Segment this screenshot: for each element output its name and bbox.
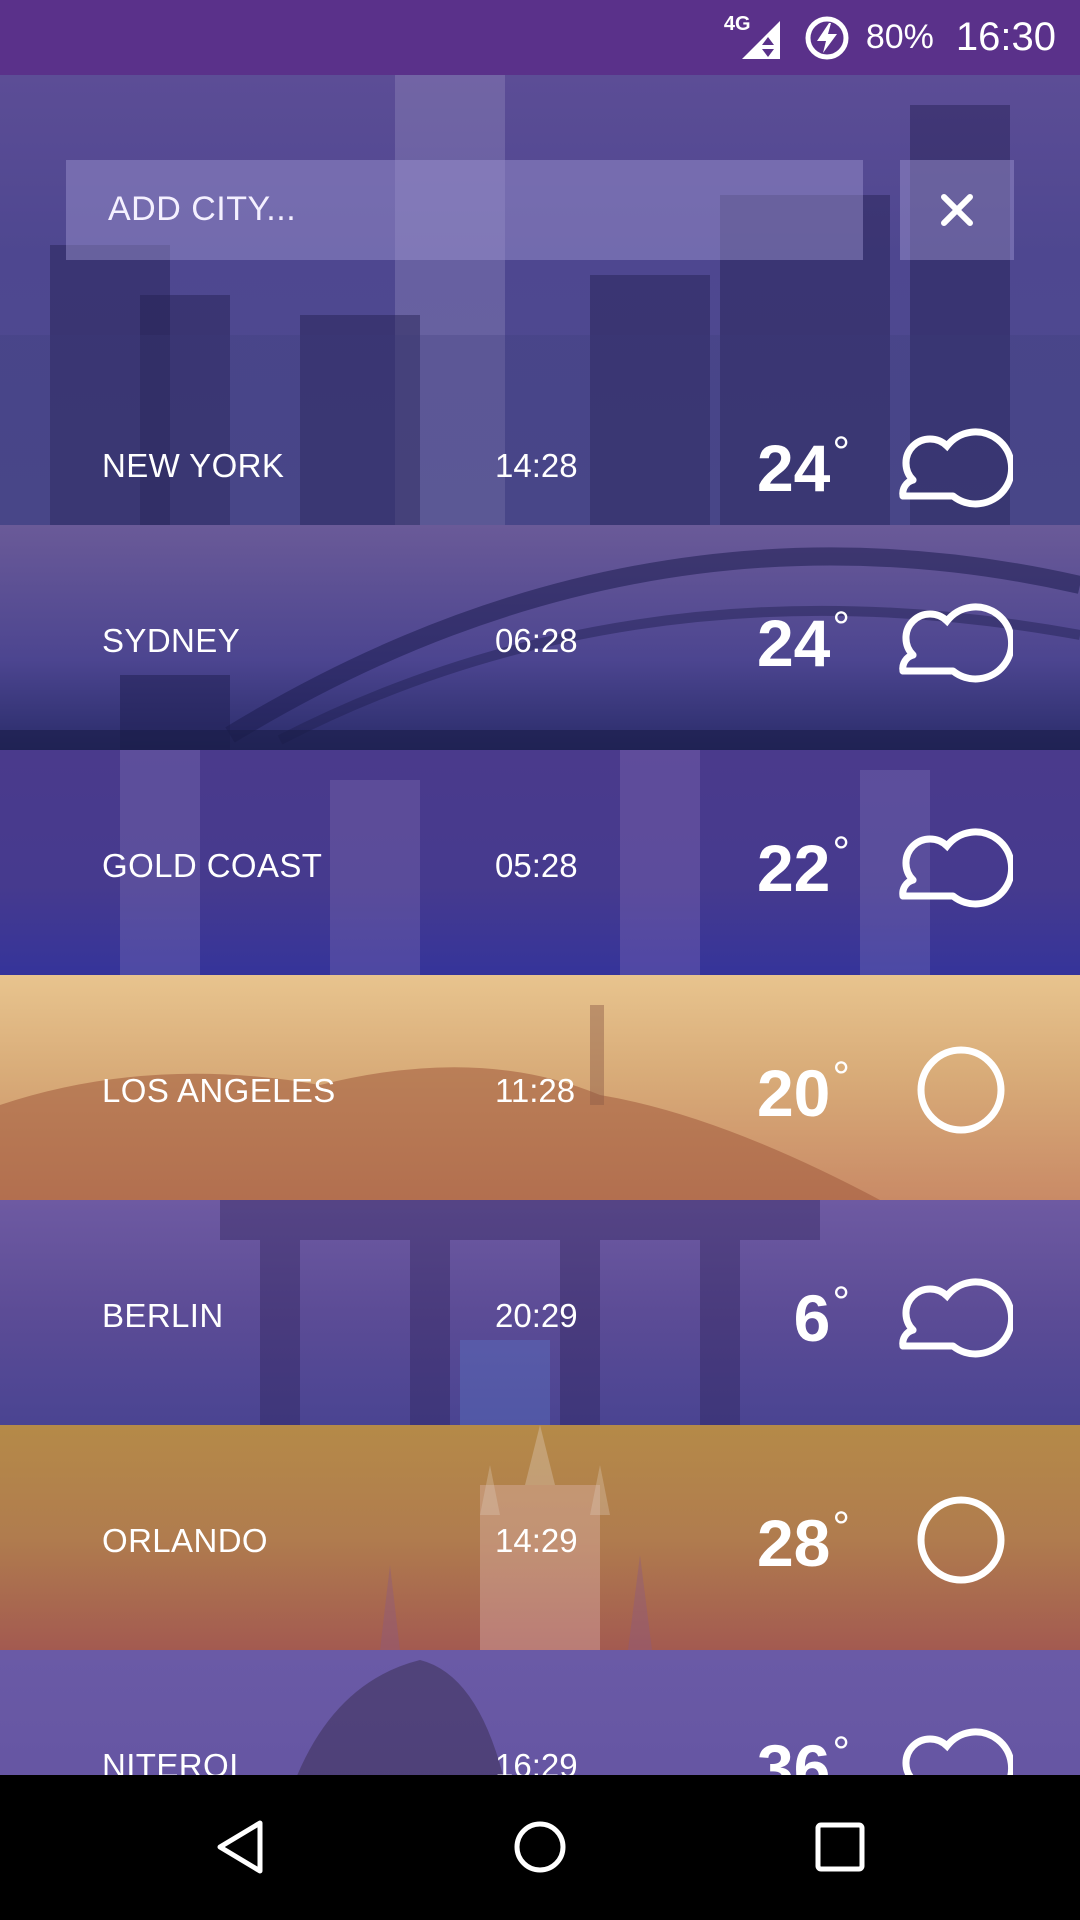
city-row-los-angeles[interactable]: LOS ANGELES 11:28 20° bbox=[0, 975, 1080, 1200]
signal-icon: 4G bbox=[724, 13, 782, 61]
home-icon[interactable] bbox=[510, 1817, 570, 1877]
cloud-icon bbox=[899, 428, 1013, 508]
city-temp: 20° bbox=[756, 1053, 850, 1130]
city-time: 11:28 bbox=[495, 1072, 576, 1109]
city-row-sydney[interactable]: SYDNEY 06:28 24° bbox=[0, 525, 1080, 750]
city-temp: 6° bbox=[793, 1278, 850, 1355]
city-row-orlando[interactable]: ORLANDO 14:29 28° bbox=[0, 1425, 1080, 1650]
city-name: SYDNEY bbox=[102, 622, 241, 659]
add-city-input[interactable]: ADD CITY... bbox=[66, 160, 863, 260]
city-temp: 24° bbox=[756, 428, 850, 505]
city-name: LOS ANGELES bbox=[102, 1072, 336, 1109]
cloud-icon bbox=[899, 603, 1013, 683]
city-name: ORLANDO bbox=[102, 1522, 268, 1559]
sun-icon bbox=[917, 1496, 1005, 1584]
recents-icon[interactable] bbox=[810, 1817, 870, 1877]
close-icon bbox=[941, 194, 973, 226]
add-city-placeholder: ADD CITY... bbox=[108, 190, 297, 228]
battery-charging-icon bbox=[805, 16, 849, 59]
cloud-icon bbox=[902, 1728, 1013, 1775]
city-list[interactable]: ADD CITY... NEW YORK 14:28 24° SYDNEY 06… bbox=[0, 75, 1080, 1775]
city-name: NEW YORK bbox=[102, 447, 285, 484]
city-time: 14:28 bbox=[495, 447, 578, 484]
city-row-berlin[interactable]: BERLIN 20:29 6° bbox=[0, 1200, 1080, 1425]
navigation-bar bbox=[0, 1775, 1080, 1920]
city-temp: 28° bbox=[756, 1503, 850, 1580]
city-temp: 36° bbox=[756, 1728, 850, 1775]
city-time: 06:28 bbox=[495, 622, 578, 659]
city-row-gold-coast[interactable]: GOLD COAST 05:28 22° bbox=[0, 750, 1080, 975]
back-icon[interactable] bbox=[210, 1817, 270, 1877]
city-temp: 22° bbox=[756, 828, 850, 905]
clock: 16:30 bbox=[955, 15, 1056, 59]
close-button[interactable] bbox=[900, 160, 1014, 260]
status-bar: 4G 80% 16:30 bbox=[0, 0, 1080, 75]
battery-percent: 80% bbox=[865, 18, 934, 56]
city-name: BERLIN bbox=[102, 1297, 224, 1334]
city-row-niteroi[interactable]: NITEROI 16:29 36° bbox=[0, 1650, 1080, 1775]
city-temp: 24° bbox=[756, 603, 850, 680]
city-name: NITEROI bbox=[102, 1747, 239, 1775]
city-time: 16:29 bbox=[495, 1747, 578, 1775]
city-time: 05:28 bbox=[495, 847, 578, 884]
city-time: 20:29 bbox=[495, 1297, 578, 1334]
city-time: 14:29 bbox=[495, 1522, 578, 1559]
cloud-icon bbox=[899, 828, 1013, 908]
cloud-icon bbox=[899, 1278, 1013, 1358]
sun-icon bbox=[917, 1046, 1005, 1134]
city-row-new-york[interactable]: NEW YORK 14:28 24° bbox=[0, 300, 1080, 525]
city-name: GOLD COAST bbox=[102, 847, 323, 884]
